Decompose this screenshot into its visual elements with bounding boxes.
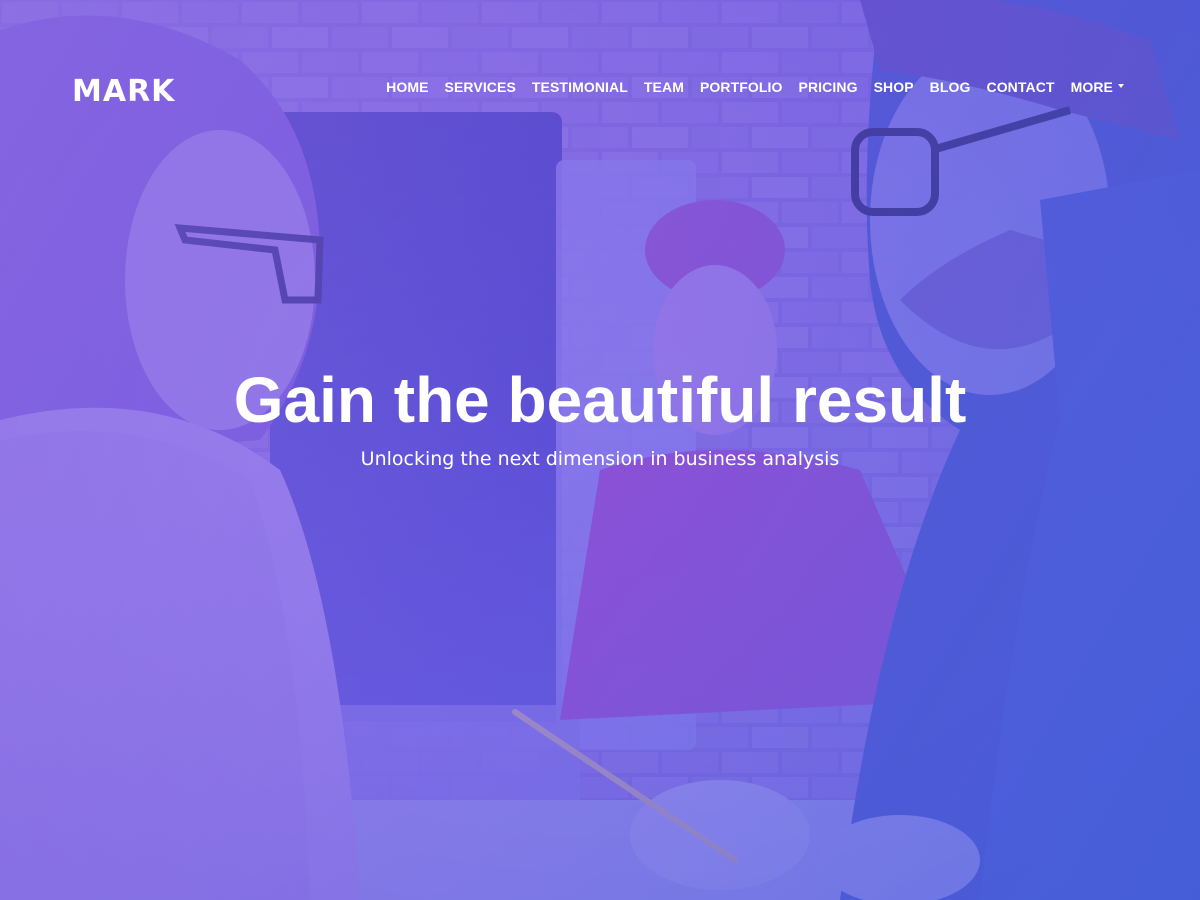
brand-logo[interactable]: MARK — [72, 74, 175, 109]
nav-item-portfolio: PORTFOLIO — [700, 79, 783, 97]
nav-item-services: SERVICES — [445, 79, 516, 97]
nav-link-portfolio[interactable]: PORTFOLIO — [700, 79, 783, 95]
nav-link-team[interactable]: TEAM — [644, 79, 684, 95]
nav-link-services[interactable]: SERVICES — [445, 79, 516, 95]
navbar: MARK HOME SERVICES TESTIMONIAL TEAM PORT… — [0, 0, 1200, 180]
nav-item-contact: CONTACT — [986, 79, 1054, 97]
nav-item-blog: BLOG — [930, 79, 971, 97]
nav-link-more-label: MORE — [1070, 79, 1113, 95]
nav-item-shop: SHOP — [874, 79, 914, 97]
hero-subtitle: Unlocking the next dimension in business… — [360, 448, 840, 470]
nav-dropdown-more[interactable]: MORE — [1071, 79, 1124, 95]
hero-title: Gain the beautiful result — [233, 364, 967, 436]
caret-down-icon — [1118, 84, 1124, 89]
nav-menu: HOME SERVICES TESTIMONIAL TEAM PORTFOLIO… — [386, 79, 1124, 97]
nav-item-more: MORE — [1071, 79, 1124, 97]
nav-link-home[interactable]: HOME — [386, 79, 428, 95]
hero-section: MARK HOME SERVICES TESTIMONIAL TEAM PORT… — [0, 0, 1200, 900]
nav-link-contact[interactable]: CONTACT — [986, 79, 1054, 95]
nav-link-shop[interactable]: SHOP — [874, 79, 914, 95]
hero-content: Gain the beautiful result Unlocking the … — [0, 362, 1200, 470]
nav-item-team: TEAM — [644, 79, 684, 97]
nav-item-pricing: PRICING — [799, 79, 858, 97]
nav-item-home: HOME — [386, 79, 428, 97]
nav-link-pricing[interactable]: PRICING — [799, 79, 858, 95]
nav-link-blog[interactable]: BLOG — [930, 79, 971, 95]
nav-link-testimonial[interactable]: TESTIMONIAL — [532, 79, 628, 95]
nav-item-testimonial: TESTIMONIAL — [532, 79, 628, 97]
